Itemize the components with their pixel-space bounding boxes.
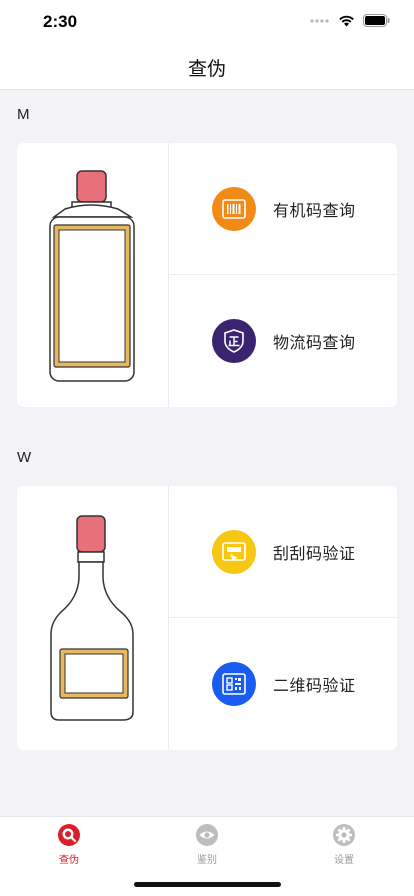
qr-code-icon [212, 662, 256, 706]
home-indicator [134, 882, 281, 887]
page-title: 查伪 [187, 58, 226, 80]
status-time: 2:30 [43, 12, 78, 31]
barcode-icon [212, 186, 256, 231]
nav-bar: 查伪 [0, 46, 414, 90]
option-label: 有机码查询 [273, 200, 356, 220]
search-icon [58, 824, 80, 846]
qr-code-verify-option[interactable]: 二维码验证 [170, 618, 397, 750]
section-label-m: M [17, 106, 30, 123]
option-label: 物流码查询 [273, 333, 356, 352]
tab-verify[interactable]: 查伪 [19, 823, 119, 873]
scratch-code-verify-option[interactable]: 刮刮码验证 [170, 486, 397, 618]
battery-icon [363, 14, 390, 27]
scratch-card-icon [212, 529, 256, 574]
verification-card-m: 有机码查询 物流码查询 [17, 143, 397, 407]
gear-icon [333, 824, 355, 846]
eye-icon [196, 824, 218, 846]
option-label: 二维码验证 [273, 676, 356, 695]
cellular-signal-icon [310, 18, 329, 23]
tab-settings[interactable]: 设置 [294, 823, 394, 873]
option-label: 刮刮码验证 [273, 543, 356, 563]
round-bottle-illustration [50, 515, 134, 721]
tab-label: 鉴别 [197, 855, 217, 866]
status-bar: 2:30 [0, 0, 414, 46]
moutai-bottle-image [17, 143, 169, 407]
status-indicators [310, 14, 390, 27]
section-label-w: W [17, 449, 32, 466]
shield-zheng-icon [212, 319, 256, 363]
logistics-code-query-option[interactable]: 物流码查询 [170, 275, 397, 407]
cylinder-bottle-illustration [49, 170, 135, 382]
verification-card-w: 刮刮码验证 二维码验证 [17, 486, 397, 750]
tab-label: 查伪 [59, 855, 79, 866]
organic-code-query-option[interactable]: 有机码查询 [170, 143, 397, 275]
tab-label: 设置 [334, 855, 354, 866]
tab-identify[interactable]: 鉴别 [157, 823, 257, 873]
wuliangye-bottle-image [17, 486, 169, 750]
wifi-icon [339, 15, 354, 27]
